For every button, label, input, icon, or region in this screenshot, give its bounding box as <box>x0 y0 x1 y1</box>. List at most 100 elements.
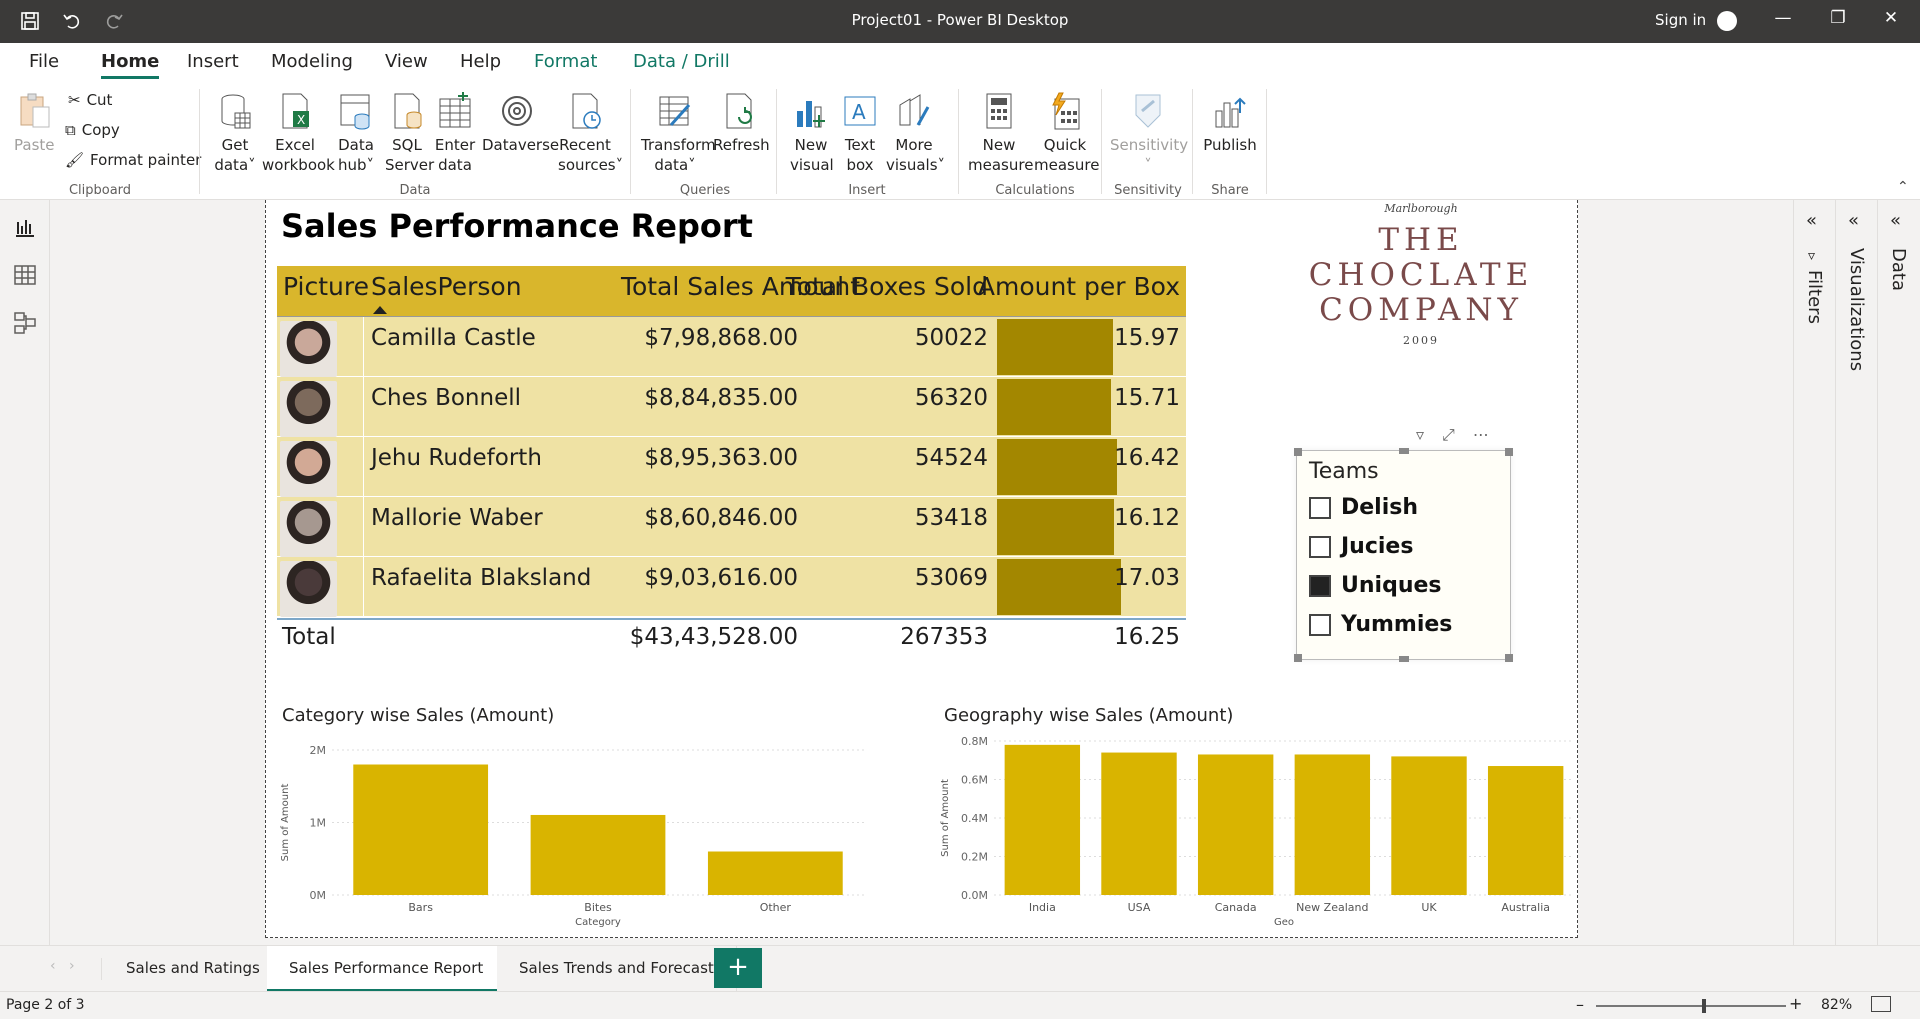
slicer-option-yummies[interactable]: Yummies <box>1309 612 1452 637</box>
slicer-option-uniques[interactable]: Uniques <box>1309 573 1442 598</box>
report-view-icon[interactable] <box>12 214 38 240</box>
table-row[interactable]: Jehu Rudeforth $8,95,363.00 54524 16.42 <box>277 437 1186 497</box>
header-salesperson[interactable]: SalesPerson <box>371 272 522 301</box>
focus-mode-icon[interactable]: ⤢ <box>1442 425 1455 445</box>
page-tab-sales-performance[interactable]: Sales Performance Report <box>267 946 507 992</box>
tab-view[interactable]: View <box>369 51 444 83</box>
bar-australia[interactable] <box>1487 766 1564 895</box>
salesperson-photo <box>280 561 337 617</box>
zoom-slider[interactable] <box>1596 999 1786 1013</box>
cut-button[interactable]: ✂ Cut <box>68 91 112 109</box>
expand-icon[interactable]: « <box>1848 210 1859 231</box>
visualizations-label[interactable]: Visualizations <box>1846 248 1867 371</box>
table-row[interactable]: Rafaelita Blaksland $9,03,616.00 53069 17.0… <box>277 557 1186 617</box>
checkbox[interactable] <box>1309 574 1331 597</box>
slicer-option-delish[interactable]: Delish <box>1309 495 1418 520</box>
resize-handle[interactable] <box>1399 448 1409 454</box>
table-row[interactable]: Ches Bonnell $8,84,835.00 56320 15.71 <box>277 377 1186 437</box>
bar-india[interactable] <box>1004 744 1081 895</box>
total-boxes-sold: 54524 <box>914 445 988 471</box>
minimize-icon[interactable]: — <box>1760 8 1806 34</box>
avatar[interactable] <box>1717 11 1737 31</box>
text-box-button[interactable]: A Text box <box>840 91 880 175</box>
resize-handle[interactable] <box>1505 448 1513 456</box>
sign-in-link[interactable]: Sign in <box>1655 11 1706 29</box>
more-visuals-button[interactable]: More visuals˅ <box>886 91 945 175</box>
dataverse-button[interactable]: Dataverse <box>482 91 559 155</box>
filter-icon[interactable]: ▿ <box>1416 425 1424 445</box>
new-visual-button[interactable]: New visual <box>790 91 834 175</box>
slicer-option-jucies[interactable]: Jucies <box>1309 534 1413 559</box>
fit-to-page-icon[interactable] <box>1871 996 1891 1012</box>
expand-icon[interactable]: « <box>1890 210 1901 231</box>
category-sales-chart[interactable]: 0M 1M 2M Bars Bites Other Category Sum of Amoun… <box>274 730 934 935</box>
excel-workbook-button[interactable]: X Excel workbook <box>262 91 335 175</box>
resize-handle[interactable] <box>1294 654 1302 662</box>
table-total-row: Total $43,43,528.00 267353 16.25 <box>277 618 1186 656</box>
format-painter-button[interactable]: 🖌 Format painter <box>65 151 201 169</box>
filters-pane[interactable]: « ▿ Filters <box>1793 200 1835 945</box>
model-view-icon[interactable] <box>12 310 38 336</box>
report-canvas[interactable]: Sales Performance Report Picture SalesPe… <box>265 200 1578 938</box>
data-pane[interactable]: « Data <box>1877 200 1919 945</box>
page-nav-arrows[interactable]: ‹ › <box>50 958 102 980</box>
tab-home[interactable]: Home <box>85 51 175 83</box>
data-hub-button[interactable]: Data hub˅ <box>336 91 376 175</box>
tab-file[interactable]: File <box>13 51 75 83</box>
zoom-slider-thumb[interactable] <box>1702 999 1706 1013</box>
new-measure-button[interactable]: New measure <box>968 91 1033 175</box>
zoom-in-button[interactable]: + <box>1789 994 1802 1013</box>
sql-server-button[interactable]: SQL Server <box>385 91 434 175</box>
collapse-ribbon-icon[interactable]: ⌃ <box>1897 179 1909 195</box>
salesperson-name: Rafaelita Blaksland <box>371 565 592 591</box>
close-icon[interactable]: ✕ <box>1868 8 1914 34</box>
tab-help[interactable]: Help <box>444 51 517 83</box>
data-label[interactable]: Data <box>1888 248 1909 291</box>
tab-data-drill[interactable]: Data / Drill <box>617 51 746 83</box>
tab-modeling[interactable]: Modeling <box>255 51 369 83</box>
copy-button[interactable]: ⧉ Copy <box>65 121 120 139</box>
zoom-out-button[interactable]: – <box>1576 995 1584 1014</box>
paste-button[interactable]: Paste <box>14 91 55 155</box>
table-row[interactable]: Camilla Castle $7,98,868.00 50022 15.97 <box>277 317 1186 377</box>
tab-insert[interactable]: Insert <box>171 51 255 83</box>
enter-data-button[interactable]: Enter data <box>434 91 476 175</box>
checkbox[interactable] <box>1309 535 1331 558</box>
y-tick-label: 1M <box>310 817 327 830</box>
page-tab-sales-trends[interactable]: Sales Trends and Forecast <box>497 946 737 992</box>
header-amount-per-box[interactable]: Amount per Box <box>978 272 1180 301</box>
sensitivity-button[interactable]: Sensitivity ˅ <box>1110 91 1188 175</box>
restore-icon[interactable]: ❐ <box>1815 8 1861 34</box>
page-tab-sales-ratings[interactable]: Sales and Ratings <box>104 946 283 992</box>
resize-handle[interactable] <box>1399 656 1409 662</box>
bar-other[interactable] <box>707 851 843 896</box>
visualizations-pane[interactable]: « Visualizations <box>1835 200 1877 945</box>
geography-sales-chart[interactable]: 0.0M 0.2M 0.4M 0.6M 0.8M India USA Canada New Ze… <box>934 730 1574 935</box>
get-data-button[interactable]: Get data˅ <box>212 91 258 175</box>
checkbox[interactable] <box>1309 496 1331 519</box>
tab-format[interactable]: Format <box>518 51 614 83</box>
bar-new-zealand[interactable] <box>1294 754 1371 895</box>
recent-sources-button[interactable]: Recent sources˅ <box>558 91 623 175</box>
checkbox[interactable] <box>1309 613 1331 636</box>
bar-usa[interactable] <box>1101 752 1177 895</box>
filters-label[interactable]: Filters <box>1804 270 1825 324</box>
resize-handle[interactable] <box>1294 448 1302 456</box>
table-row[interactable]: Mallorie Waber $8,60,846.00 53418 16.12 <box>277 497 1186 557</box>
bar-canada[interactable] <box>1197 754 1274 895</box>
table-view-icon[interactable] <box>12 262 38 288</box>
teams-slicer[interactable]: Teams Delish Jucies Uniques Yummies <box>1294 448 1513 662</box>
publish-button[interactable]: Publish <box>1202 91 1258 155</box>
bar-bites[interactable] <box>530 814 666 895</box>
more-options-icon[interactable]: ⋯ <box>1473 425 1489 445</box>
refresh-button[interactable]: Refresh <box>713 91 770 155</box>
transform-data-button[interactable]: Transform data˅ <box>641 91 716 175</box>
header-picture[interactable]: Picture <box>283 272 369 301</box>
header-total-boxes[interactable]: Total Boxes Sold <box>786 272 988 301</box>
resize-handle[interactable] <box>1505 654 1513 662</box>
expand-icon[interactable]: « <box>1806 210 1817 231</box>
quick-measure-button[interactable]: Quick measure <box>1034 91 1099 175</box>
bar-bars[interactable] <box>353 764 489 896</box>
bar-uk[interactable] <box>1391 756 1467 895</box>
add-page-button[interactable]: + <box>714 948 762 988</box>
